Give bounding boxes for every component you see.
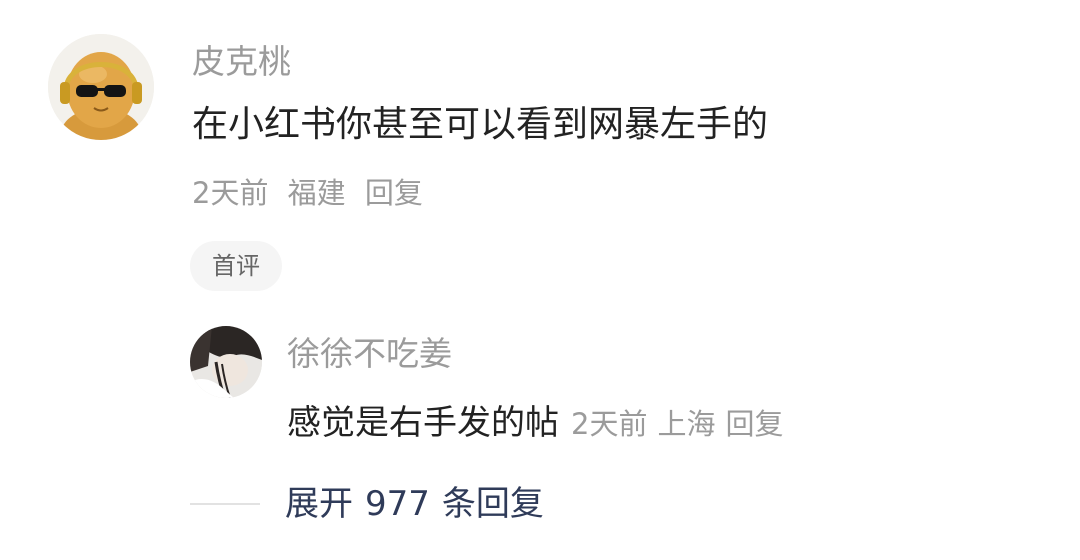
- reply-reply-button[interactable]: 回复: [725, 407, 783, 441]
- reply-location: 上海: [657, 407, 716, 441]
- expand-count: 977: [365, 484, 430, 524]
- reply-body: 感觉是右手发的帖 2天前 上海 回复: [287, 400, 783, 447]
- reply-meta: 2天前 上海 回复: [571, 407, 783, 441]
- comment-meta: 2天前 福建 回复: [192, 174, 423, 212]
- expand-replies-button[interactable]: 展开 977 条回复: [285, 482, 544, 526]
- reply-avatar[interactable]: [190, 326, 262, 398]
- avatar[interactable]: [48, 34, 154, 140]
- comment-reply-button[interactable]: 回复: [365, 176, 423, 210]
- comment-username[interactable]: 皮克桃: [192, 42, 291, 82]
- comment-text: 在小红书你甚至可以看到网暴左手的: [192, 104, 769, 145]
- expand-prefix: 展开: [285, 484, 353, 524]
- comment-time: 2天前: [192, 176, 269, 210]
- avatar-image: [48, 34, 154, 140]
- reply-text: 感觉是右手发的帖: [287, 403, 559, 443]
- comment-location: 福建: [287, 176, 346, 210]
- reply-avatar-image: [190, 326, 262, 398]
- expand-divider: [190, 503, 260, 505]
- reply-time: 2天前: [571, 407, 648, 441]
- reply-username[interactable]: 徐徐不吃姜: [287, 334, 452, 374]
- expand-suffix: 条回复: [441, 484, 544, 524]
- first-comment-badge: 首评: [190, 241, 282, 291]
